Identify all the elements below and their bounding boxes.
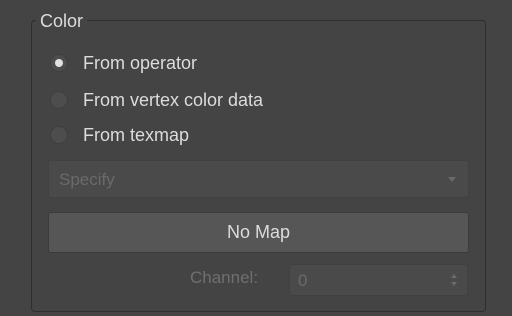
- dropdown-value: Specify: [59, 170, 115, 189]
- radio-label: From operator: [83, 53, 198, 73]
- group-title: Color: [36, 9, 88, 33]
- radio-from-operator[interactable]: From operator: [50, 50, 197, 76]
- radio-button-icon[interactable]: [50, 91, 68, 109]
- radio-label: From texmap: [83, 125, 190, 145]
- radio-label: From vertex color data: [83, 90, 264, 110]
- no-map-button[interactable]: No Map: [48, 212, 469, 253]
- radio-button-checked-icon[interactable]: [50, 54, 68, 72]
- radio-from-vertex-color-data[interactable]: From vertex color data: [50, 87, 263, 113]
- radio-from-texmap[interactable]: From texmap: [50, 122, 189, 148]
- spinner-down-icon[interactable]: [451, 282, 457, 286]
- chevron-down-icon: [448, 177, 456, 182]
- channel-value: 0: [298, 271, 308, 290]
- spinner-up-icon[interactable]: [451, 274, 457, 278]
- radio-button-icon[interactable]: [50, 126, 68, 144]
- channel-spinner[interactable]: 0: [289, 264, 468, 296]
- channel-label: Channel:: [190, 268, 259, 287]
- specify-dropdown[interactable]: Specify: [48, 160, 469, 198]
